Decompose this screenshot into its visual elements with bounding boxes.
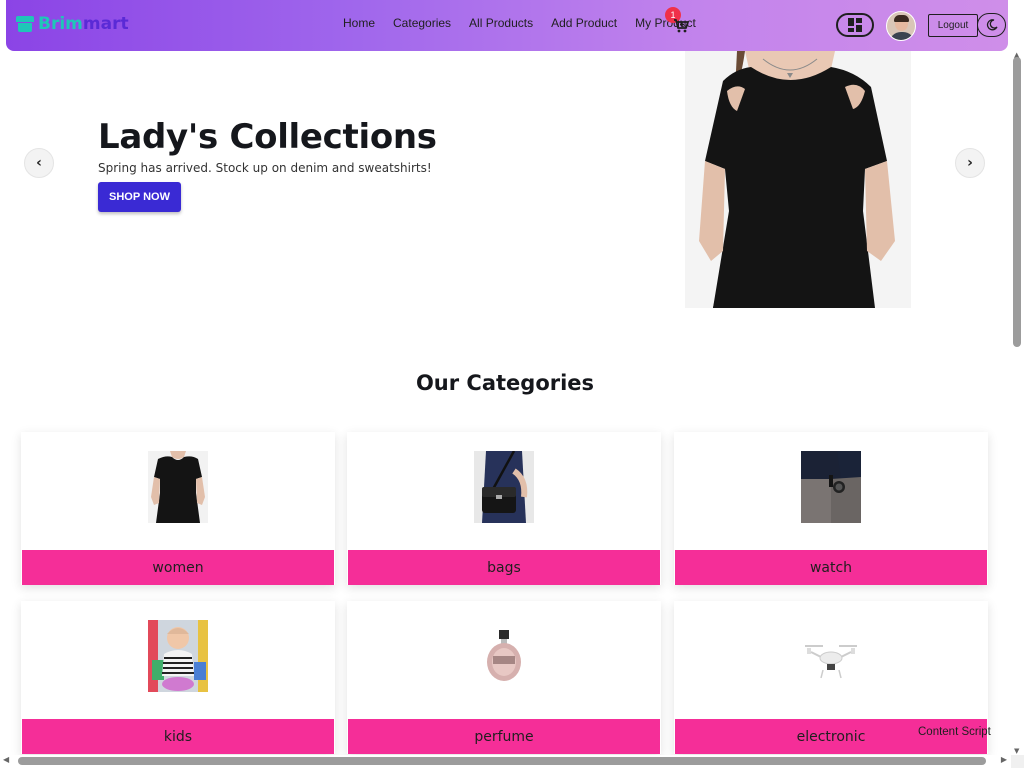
horizontal-scrollbar[interactable]: ◀ ▶ — [0, 755, 1011, 768]
content-script-overlay: Content Script — [918, 726, 991, 738]
scroll-down-icon[interactable]: ▼ — [1014, 747, 1019, 755]
category-image-electronic — [801, 620, 861, 692]
category-card-perfume[interactable]: perfume — [347, 601, 661, 754]
vertical-scrollbar[interactable]: ▲ ▼ — [1011, 51, 1024, 755]
category-card-women[interactable]: women — [21, 432, 335, 585]
nav-link-home[interactable]: Home — [334, 16, 384, 30]
cart-button[interactable]: 1 — [665, 7, 695, 36]
cart-icon — [674, 19, 689, 33]
scrollbar-corner — [1011, 755, 1024, 768]
category-image-watch — [801, 451, 861, 523]
dashboard-button[interactable] — [836, 13, 874, 37]
category-image-perfume — [474, 620, 534, 692]
shop-now-button[interactable]: SHOP NOW — [98, 182, 181, 212]
vertical-scroll-thumb[interactable] — [1013, 57, 1021, 347]
category-image-kids — [148, 620, 208, 692]
nav-links: Home Categories All Products Add Product… — [334, 16, 705, 30]
category-image-bags — [474, 450, 534, 523]
nav-link-add-product[interactable]: Add Product — [542, 16, 626, 30]
category-card-kids[interactable]: kids — [21, 601, 335, 754]
carousel-prev-button[interactable]: ‹ — [24, 148, 54, 178]
category-card-bags[interactable]: bags — [347, 432, 661, 585]
brand-name-part2: mart — [82, 14, 129, 34]
nav-link-all-products[interactable]: All Products — [460, 16, 542, 30]
hero-title: Lady's Collections — [98, 117, 437, 157]
hero-subtitle: Spring has arrived. Stock up on denim an… — [98, 161, 432, 175]
category-label-watch: watch — [675, 550, 987, 585]
category-card-watch[interactable]: watch — [674, 432, 988, 585]
user-avatar[interactable] — [886, 11, 916, 41]
theme-toggle-button[interactable] — [977, 13, 1006, 37]
category-label-kids: kids — [22, 719, 334, 754]
nav-link-categories[interactable]: Categories — [384, 16, 460, 30]
category-label-bags: bags — [348, 550, 660, 585]
page: Brimmart Home Categories All Products Ad… — [0, 0, 1024, 768]
store-icon — [16, 16, 34, 32]
scroll-left-icon[interactable]: ◀ — [3, 755, 9, 764]
scroll-right-icon[interactable]: ▶ — [1001, 755, 1007, 764]
navbar: Brimmart Home Categories All Products Ad… — [6, 0, 1008, 51]
logout-button[interactable]: Logout — [928, 14, 978, 37]
carousel-next-button[interactable]: › — [955, 148, 985, 178]
category-image-women — [148, 451, 208, 523]
category-label-women: women — [22, 550, 334, 585]
hero-carousel: ‹ Lady's Collections Spring has arrived.… — [0, 51, 1010, 321]
category-label-perfume: perfume — [348, 719, 660, 754]
grid-icon — [848, 18, 862, 32]
horizontal-scroll-thumb[interactable] — [18, 757, 986, 765]
categories-heading: Our Categories — [415, 371, 595, 395]
brand-name-part1: Brim — [38, 14, 83, 34]
brand-logo[interactable]: Brimmart — [16, 14, 129, 34]
moon-icon — [986, 19, 998, 31]
hero-image — [685, 51, 911, 308]
